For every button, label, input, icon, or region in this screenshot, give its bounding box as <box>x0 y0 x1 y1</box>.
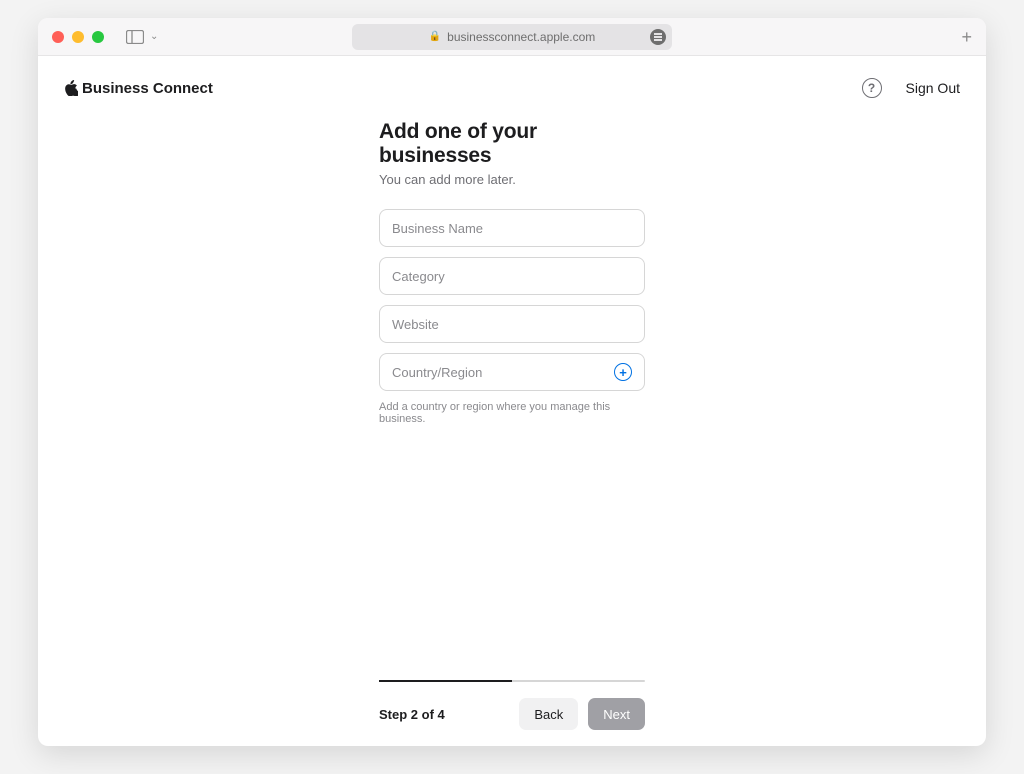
browser-toolbar: ⌄ 🔒 businessconnect.apple.com + <box>38 18 986 56</box>
chevron-down-icon: ⌄ <box>150 31 158 42</box>
next-button[interactable]: Next <box>588 698 645 730</box>
business-name-input[interactable] <box>392 221 632 236</box>
window-controls <box>52 31 104 43</box>
browser-window: ⌄ 🔒 businessconnect.apple.com + Business… <box>38 18 986 746</box>
category-field[interactable] <box>379 257 645 295</box>
step-label: Step 2 of 4 <box>379 707 445 722</box>
minimize-window-icon[interactable] <box>72 31 84 43</box>
page-title: Add one of your businesses <box>379 120 645 168</box>
apple-logo-icon <box>64 80 78 96</box>
header-actions: ? Sign Out <box>862 78 960 98</box>
signout-link[interactable]: Sign Out <box>906 80 960 96</box>
country-region-field[interactable]: Country/Region + <box>379 353 645 391</box>
sidebar-icon <box>126 30 144 44</box>
address-url: businessconnect.apple.com <box>447 30 595 44</box>
website-input[interactable] <box>392 317 632 332</box>
page-header: Business Connect ? Sign Out <box>38 56 986 108</box>
maximize-window-icon[interactable] <box>92 31 104 43</box>
help-icon[interactable]: ? <box>862 78 882 98</box>
country-helper-text: Add a country or region where you manage… <box>379 401 645 425</box>
lock-icon: 🔒 <box>429 31 441 42</box>
close-window-icon[interactable] <box>52 31 64 43</box>
address-bar[interactable]: 🔒 businessconnect.apple.com <box>352 24 672 50</box>
add-country-icon[interactable]: + <box>614 363 632 381</box>
content-area: Add one of your businesses You can add m… <box>38 108 986 680</box>
footer-row: Step 2 of 4 Back Next <box>379 698 645 730</box>
footer-buttons: Back Next <box>519 698 645 730</box>
back-button[interactable]: Back <box>519 698 578 730</box>
new-tab-button[interactable]: + <box>961 28 972 46</box>
brand-logo: Business Connect <box>64 80 213 97</box>
reader-mode-icon[interactable] <box>650 29 666 45</box>
sidebar-toggle-button[interactable]: ⌄ <box>126 30 158 44</box>
category-input[interactable] <box>392 269 632 284</box>
page-subtitle: You can add more later. <box>379 172 645 187</box>
business-name-field[interactable] <box>379 209 645 247</box>
add-business-form: Add one of your businesses You can add m… <box>379 120 645 425</box>
website-field[interactable] <box>379 305 645 343</box>
flow-footer: Step 2 of 4 Back Next <box>379 680 645 746</box>
page: Business Connect ? Sign Out Add one of y… <box>38 56 986 746</box>
brand-text: Business Connect <box>82 80 213 97</box>
progress-fill <box>379 680 512 682</box>
progress-bar <box>379 680 645 682</box>
country-region-label: Country/Region <box>392 365 614 380</box>
